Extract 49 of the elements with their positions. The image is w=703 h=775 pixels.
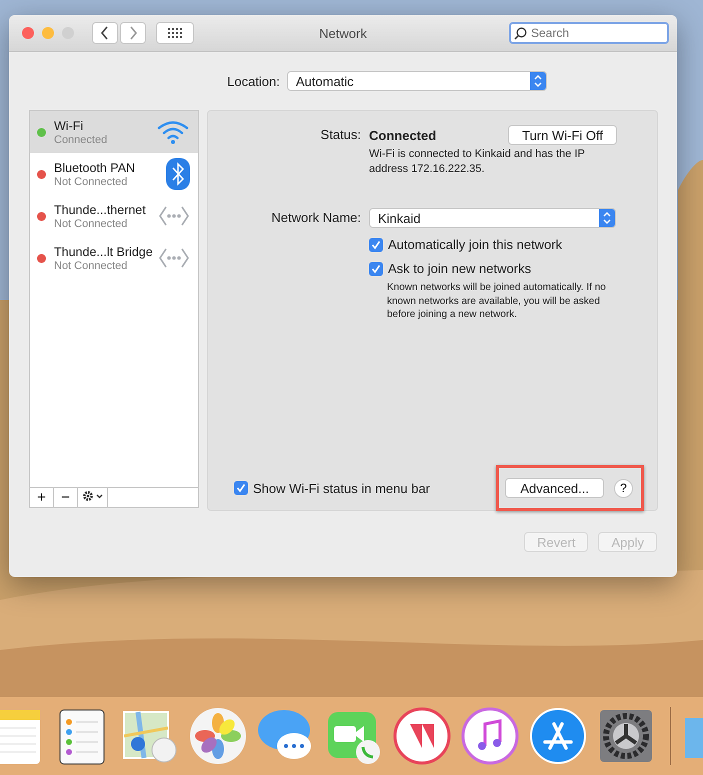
window-title: Network [319, 26, 367, 40]
service-item[interactable]: Bluetooth PAN Not Connected [30, 153, 198, 195]
service-status: Connected [54, 134, 108, 146]
forward-icon [128, 26, 138, 40]
status-value: Connected [369, 128, 436, 142]
close-button[interactable] [22, 27, 34, 39]
turn-off-button[interactable]: Turn Wi-Fi Off [508, 125, 617, 145]
advanced-button[interactable]: Advanced... [505, 478, 604, 498]
checkbox-label: Show Wi-Fi status in menu bar [253, 480, 430, 496]
status-label: Status: [320, 126, 361, 144]
service-status: Not Connected [54, 218, 128, 230]
service-status: Not Connected [54, 260, 128, 272]
service-item[interactable]: Wi-Fi Connected [30, 111, 198, 153]
wifi-icon [156, 119, 190, 145]
gear-icon [82, 490, 104, 502]
app-store-icon[interactable] [528, 706, 588, 766]
service-name: Thunde...lt Bridge [54, 244, 150, 260]
news-icon[interactable] [392, 706, 452, 766]
service-item[interactable]: Thunde...lt Bridge Not Connected [30, 237, 198, 279]
search-icon [514, 27, 527, 40]
network-name-label: Network Name: [270, 209, 361, 227]
checkbox[interactable] [369, 238, 383, 252]
grid-icon [167, 27, 183, 39]
service-status: Not Connected [54, 176, 128, 188]
network-name-select[interactable]: Kinkaid [369, 208, 616, 228]
help-button[interactable]: ? [614, 478, 633, 498]
back-button[interactable] [92, 22, 118, 44]
checkbox[interactable] [369, 262, 383, 276]
back-icon [100, 26, 110, 40]
stepper-icon [599, 209, 615, 227]
location-label: Location: [227, 74, 280, 88]
bluetooth-icon [166, 158, 190, 190]
checkbox-label: Automatically join this network [388, 237, 562, 252]
option-note: Known networks will be joined automatically. If no known networks are available, you will be asked before joining a new network. [387, 281, 607, 322]
ethernet-icon [158, 205, 190, 227]
flower-icon[interactable] [188, 706, 248, 766]
stepper-icon [530, 72, 546, 90]
service-name: Bluetooth PAN [54, 160, 136, 176]
status-description: Wi-Fi is connected to Kinkaid and has the IP address 172.16.222.35. [369, 147, 586, 177]
search-field[interactable]: Search [509, 22, 669, 44]
checkbox[interactable] [234, 481, 248, 495]
service-name: Thunde...thernet [54, 202, 147, 218]
show-all-button[interactable] [156, 22, 194, 44]
ethernet-icon [158, 247, 190, 269]
service-name: Wi-Fi [54, 118, 84, 134]
service-item[interactable]: Thunde...thernet Not Connected [30, 195, 198, 237]
location-select[interactable]: Automatic [286, 71, 547, 91]
music-icon[interactable] [460, 706, 520, 766]
checkbox-label: Ask to join new networks [388, 261, 532, 276]
